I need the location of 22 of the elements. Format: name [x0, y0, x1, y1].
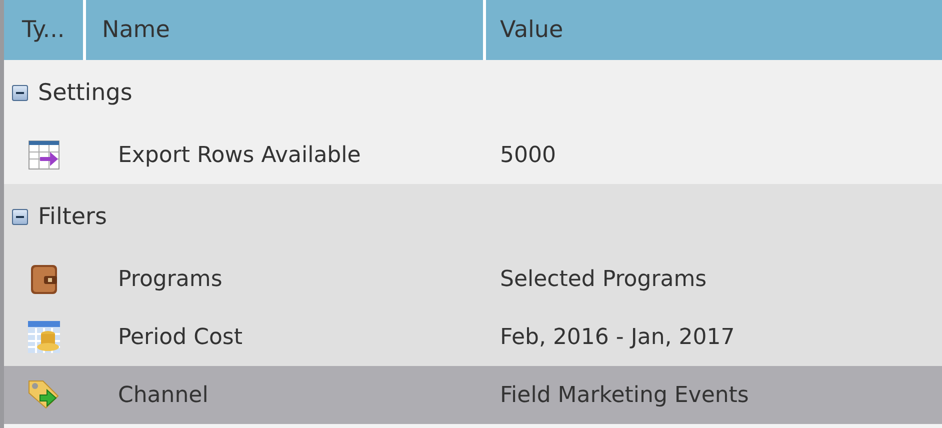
table-row[interactable]: Period Cost Feb, 2016 - Jan, 2017 — [4, 308, 942, 366]
collapse-icon[interactable] — [12, 209, 28, 225]
table-cell: Programs — [118, 266, 222, 292]
column-header[interactable]: Value — [486, 0, 942, 60]
table-cell: Field Marketing Events — [500, 382, 749, 408]
collapse-icon[interactable] — [12, 85, 28, 101]
calendar-coins-icon — [28, 321, 60, 353]
tag-arrow-icon — [28, 379, 60, 411]
folder-icon — [28, 263, 60, 295]
table-cell: Period Cost — [118, 324, 243, 350]
column-header[interactable]: Name — [86, 0, 483, 60]
group-label: Settings — [38, 80, 132, 106]
table-cell: 5000 — [500, 142, 556, 168]
table-row[interactable]: Export Rows Available 5000 — [4, 126, 942, 184]
table-cell: Channel — [118, 382, 208, 408]
table-cell: Selected Programs — [500, 266, 707, 292]
table-cell: Feb, 2016 - Jan, 2017 — [500, 324, 735, 350]
table-row[interactable]: Programs Selected Programs — [4, 250, 942, 308]
group-label: Filters — [38, 204, 107, 230]
table-row[interactable]: Channel Field Marketing Events — [4, 366, 942, 424]
column-header[interactable]: Ty... — [4, 0, 83, 60]
table-cell: Export Rows Available — [118, 142, 361, 168]
